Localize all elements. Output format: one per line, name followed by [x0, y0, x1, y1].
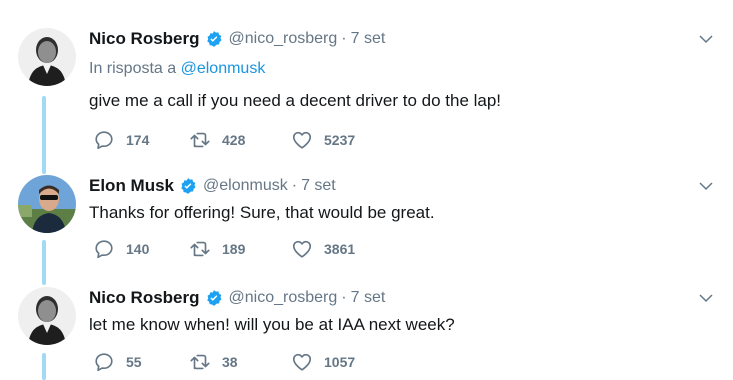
thread-connector-line	[42, 96, 46, 174]
reply-count: 174	[126, 132, 150, 148]
reply-button[interactable]: 174	[93, 129, 149, 151]
reply-count: 55	[126, 354, 142, 370]
reply-icon	[95, 240, 113, 259]
reply-context: In risposta a @elonmusk	[89, 60, 265, 78]
retweet-count: 428	[222, 132, 246, 148]
like-button[interactable]: 1057	[291, 351, 355, 373]
separator-dot: ·	[341, 289, 347, 306]
retweet-button[interactable]: 38	[189, 351, 238, 373]
timestamp[interactable]: 7 set	[351, 289, 386, 307]
retweet-icon	[190, 132, 210, 148]
user-handle[interactable]: @elonmusk	[203, 177, 288, 195]
reply-button[interactable]: 140	[93, 238, 149, 260]
heart-icon	[292, 353, 312, 371]
reply-prefix: In risposta a	[89, 60, 177, 77]
retweet-count: 189	[222, 241, 246, 257]
tweet-header: Nico Rosberg @nico_rosberg · 7 set	[89, 287, 385, 309]
verified-badge-icon	[181, 178, 196, 194]
timestamp[interactable]: 7 set	[301, 177, 336, 195]
avatar[interactable]	[18, 175, 76, 233]
tweet-text: let me know when! will you be at IAA nex…	[89, 315, 455, 334]
timestamp[interactable]: 7 set	[351, 30, 386, 48]
display-name[interactable]: Nico Rosberg	[89, 29, 200, 49]
reply-icon	[95, 353, 113, 372]
verified-badge-icon	[206, 31, 222, 47]
retweet-count: 38	[222, 354, 238, 370]
chevron-down-icon[interactable]	[697, 289, 715, 307]
heart-icon	[292, 240, 312, 258]
display-name[interactable]: Nico Rosberg	[89, 288, 200, 308]
like-count: 1057	[324, 354, 356, 370]
avatar[interactable]	[18, 28, 76, 86]
tweet-text: give me a call if you need a decent driv…	[89, 91, 502, 110]
retweet-button[interactable]: 189	[189, 238, 245, 260]
like-count: 3861	[324, 241, 356, 257]
reply-handle-link[interactable]: @elonmusk	[181, 60, 266, 77]
tweet-header: Nico Rosberg @nico_rosberg · 7 set	[89, 28, 385, 50]
reply-button[interactable]: 55	[93, 351, 142, 373]
like-button[interactable]: 5237	[291, 129, 355, 151]
retweet-icon	[190, 354, 210, 370]
retweet-button[interactable]: 428	[189, 129, 245, 151]
separator-dot: ·	[291, 177, 298, 194]
like-count: 5237	[324, 132, 356, 148]
chevron-down-icon[interactable]	[697, 177, 715, 195]
tweet-text: Thanks for offering! Sure, that would be…	[89, 203, 435, 222]
avatar[interactable]	[18, 287, 76, 345]
user-handle[interactable]: @nico_rosberg	[229, 30, 338, 48]
tweet-header: Elon Musk @elonmusk · 7 set	[89, 175, 336, 197]
separator-dot: ·	[341, 30, 347, 47]
retweet-icon	[190, 241, 210, 257]
reply-count: 140	[126, 241, 150, 257]
thread-connector-line	[42, 353, 46, 380]
chevron-down-icon[interactable]	[697, 30, 715, 48]
user-handle[interactable]: @nico_rosberg	[229, 289, 338, 307]
heart-icon	[292, 131, 312, 149]
verified-badge-icon	[206, 290, 222, 306]
display-name[interactable]: Elon Musk	[89, 176, 174, 196]
reply-icon	[95, 131, 113, 150]
thread-connector-line	[42, 240, 46, 285]
like-button[interactable]: 3861	[291, 238, 355, 260]
